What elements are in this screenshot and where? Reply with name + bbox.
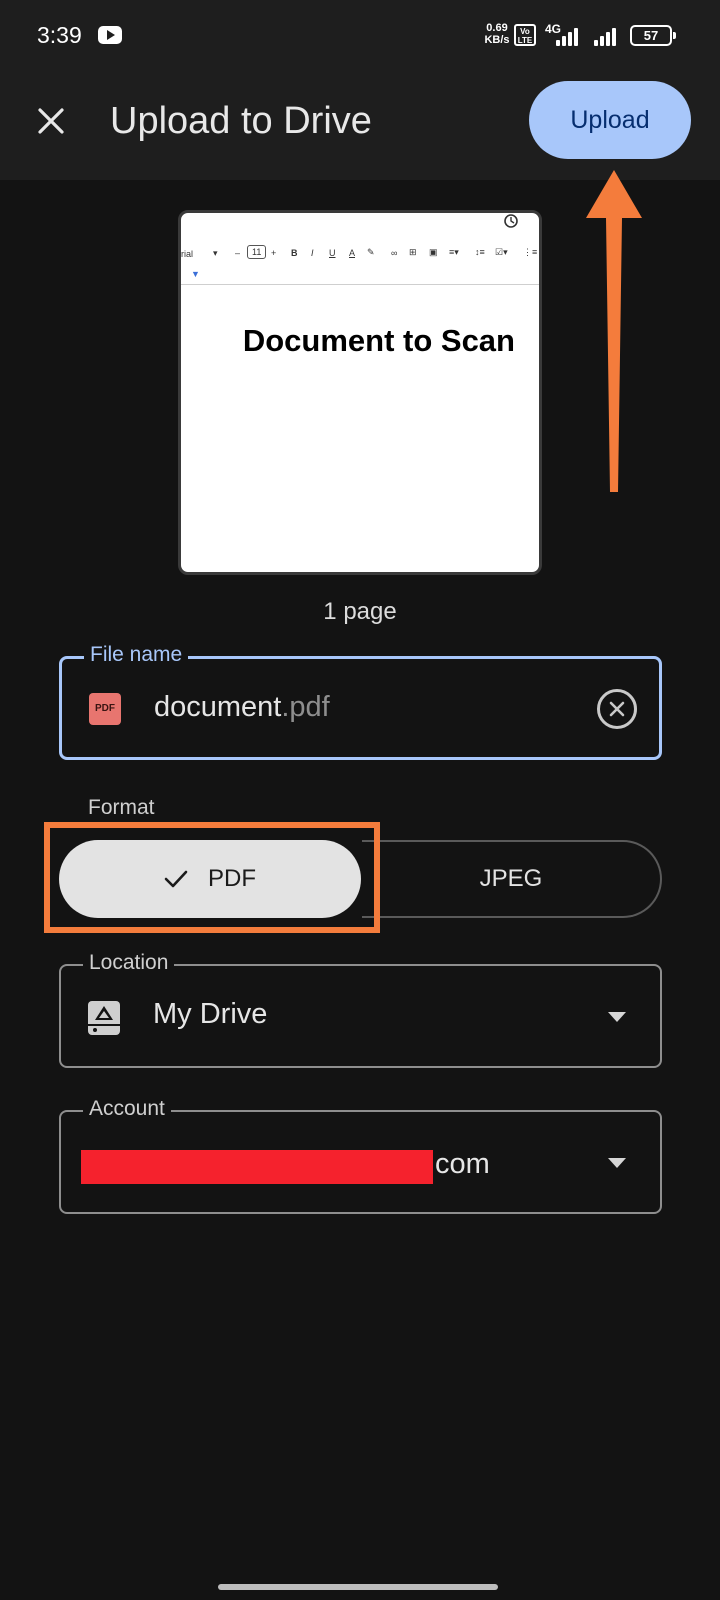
file-name-base: document <box>154 691 282 723</box>
format-option-jpeg[interactable]: JPEG <box>362 840 662 918</box>
preview-font-name: rial <box>181 249 194 259</box>
network-speed: 0.69 KB/s <box>480 22 514 46</box>
volte-bottom: LTE <box>517 36 533 45</box>
redacted-email <box>81 1150 433 1184</box>
close-icon <box>38 108 64 134</box>
status-bar: 3:39 0.69 KB/s Vo LTE 4G 57 <box>0 0 720 72</box>
drive-icon <box>88 1001 120 1035</box>
preview-checklist: ☑▾ <box>495 247 508 257</box>
file-name-value[interactable]: document.pdf <box>154 691 330 724</box>
preview-toolbar: rial ▾ – 11 + B I U A ✎ ∞ ⊞ ▣ ≡▾ ↕≡ ☑▾ ⋮… <box>181 213 539 285</box>
preview-comment: ⊞ <box>409 247 417 257</box>
preview-plus: + <box>271 248 277 258</box>
clear-icon <box>609 701 625 717</box>
network-speed-unit: KB/s <box>484 34 510 46</box>
preview-font-dropdown: ▾ <box>213 248 218 258</box>
preview-text-color: A <box>349 248 356 258</box>
page-count: 1 page <box>323 598 397 625</box>
format-option-jpeg-label: JPEG <box>479 865 543 892</box>
home-indicator[interactable] <box>218 1584 498 1590</box>
battery-icon: 57 <box>630 25 676 46</box>
app-bar: Upload to Drive Upload <box>0 72 720 180</box>
upload-button[interactable]: Upload <box>529 81 691 159</box>
chevron-down-icon <box>608 1158 626 1168</box>
volte-top: Vo <box>520 27 530 36</box>
preview-highlight: ✎ <box>367 247 375 257</box>
chevron-down-icon <box>608 1012 626 1022</box>
preview-minus: – <box>235 248 241 258</box>
status-time: 3:39 <box>37 22 82 48</box>
document-preview[interactable]: rial ▾ – 11 + B I U A ✎ ∞ ⊞ ▣ ≡▾ ↕≡ ☑▾ ⋮… <box>178 210 542 575</box>
preview-indent-marker: ▼ <box>191 269 200 279</box>
annotation-arrow <box>586 170 642 492</box>
page-title: Upload to Drive <box>110 100 372 142</box>
file-name-label: File name <box>84 643 189 667</box>
preview-list: ⋮≡ <box>523 247 538 257</box>
account-dropdown[interactable]: Account com <box>59 1097 662 1214</box>
account-email-suffix: com <box>435 1148 490 1180</box>
close-button[interactable] <box>26 96 76 146</box>
preview-image: ▣ <box>429 247 438 257</box>
pdf-file-icon: PDF <box>89 693 121 725</box>
preview-bold: B <box>291 248 298 258</box>
youtube-notification-icon <box>98 26 122 44</box>
location-dropdown[interactable]: Location My Drive <box>59 951 662 1068</box>
preview-italic: I <box>311 248 314 258</box>
volte-icon: Vo LTE <box>514 24 536 46</box>
preview-align: ≡▾ <box>449 247 459 257</box>
clear-file-name-button[interactable] <box>597 689 637 729</box>
preview-underline: U <box>329 248 336 258</box>
format-option-pdf-label: PDF <box>208 865 256 892</box>
network-speed-value: 0.69 <box>486 22 508 34</box>
history-icon <box>504 214 518 228</box>
file-name-field[interactable]: File name PDF document.pdf <box>59 643 662 760</box>
location-label: Location <box>83 951 175 975</box>
account-label: Account <box>83 1097 171 1121</box>
format-option-pdf[interactable]: PDF <box>59 840 361 918</box>
check-icon <box>164 870 188 888</box>
signal-strength-icon-2 <box>594 26 624 46</box>
preview-link: ∞ <box>391 248 398 258</box>
document-heading: Document to Scan <box>242 323 515 358</box>
preview-font-size: 11 <box>247 245 267 259</box>
format-label: Format <box>88 796 155 819</box>
file-name-extension: .pdf <box>281 691 330 723</box>
signal-strength-icon <box>556 26 586 46</box>
preview-spacing: ↕≡ <box>475 247 485 257</box>
location-value: My Drive <box>153 998 268 1030</box>
